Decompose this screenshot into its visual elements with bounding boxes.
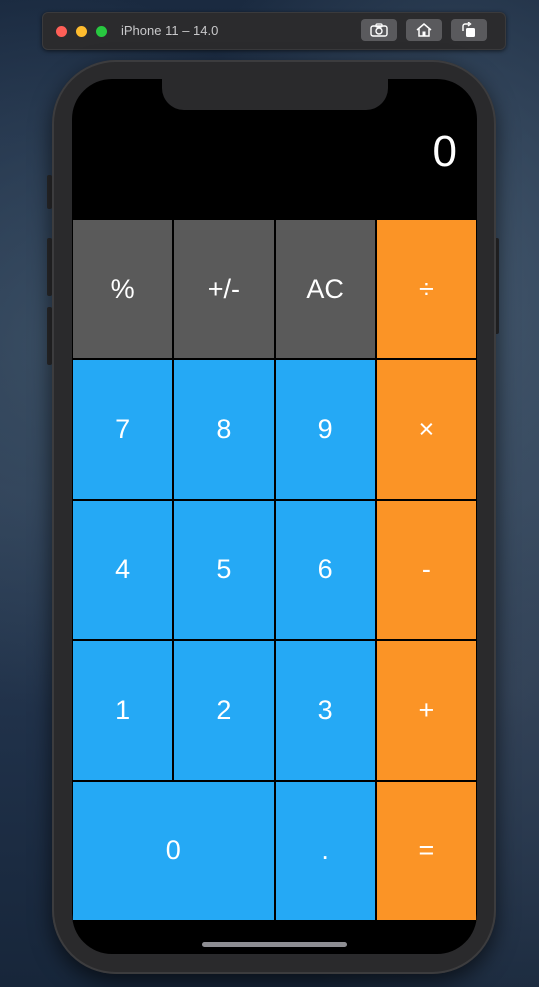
screenshot-button[interactable] xyxy=(361,19,397,41)
multiply-key[interactable]: × xyxy=(375,359,477,500)
notch xyxy=(162,79,388,110)
digit-9-key[interactable]: 9 xyxy=(274,359,376,500)
digit-7-key[interactable]: 7 xyxy=(72,359,174,500)
percent-key[interactable]: % xyxy=(72,219,174,360)
digit-0-key[interactable]: 0 xyxy=(72,780,275,921)
decimal-key[interactable]: . xyxy=(274,780,376,921)
equals-key[interactable]: = xyxy=(375,780,477,921)
rotate-icon xyxy=(461,22,477,38)
home-icon xyxy=(416,23,432,37)
subtract-key[interactable]: - xyxy=(375,499,477,641)
home-indicator[interactable] xyxy=(202,942,347,947)
simulator-toolbar: iPhone 11 – 14.0 xyxy=(42,12,506,50)
digit-3-key[interactable]: 3 xyxy=(274,640,376,781)
digit-4-key[interactable]: 4 xyxy=(72,499,174,641)
calculator-keypad: % +/- AC ÷ 7 8 9 × 4 5 6- 1 2 3 +0. = xyxy=(72,219,477,921)
add-key[interactable]: + xyxy=(375,640,477,781)
phone-screen: 0 % +/- AC ÷ 7 8 9 × 4 5 6- 1 2 3 +0. = xyxy=(72,79,477,954)
calculator-display: 0 xyxy=(432,127,457,176)
home-button[interactable] xyxy=(406,19,442,41)
all-clear-key[interactable]: AC xyxy=(274,219,376,360)
divide-key[interactable]: ÷ xyxy=(375,219,477,360)
plus-minus-key[interactable]: +/- xyxy=(173,219,275,360)
digit-1-key[interactable]: 1 xyxy=(72,640,174,781)
zoom-window-button[interactable] xyxy=(96,26,107,37)
digit-2-key[interactable]: 2 xyxy=(173,640,275,781)
minimize-window-button[interactable] xyxy=(76,26,87,37)
digit-6-key[interactable]: 6 xyxy=(274,499,376,641)
digit-5-key[interactable]: 5 xyxy=(173,499,275,641)
rotate-button[interactable] xyxy=(451,19,487,41)
digit-8-key[interactable]: 8 xyxy=(173,359,275,500)
close-window-button[interactable] xyxy=(56,26,67,37)
simulator-title: iPhone 11 – 14.0 xyxy=(121,23,219,38)
camera-icon xyxy=(370,23,388,37)
